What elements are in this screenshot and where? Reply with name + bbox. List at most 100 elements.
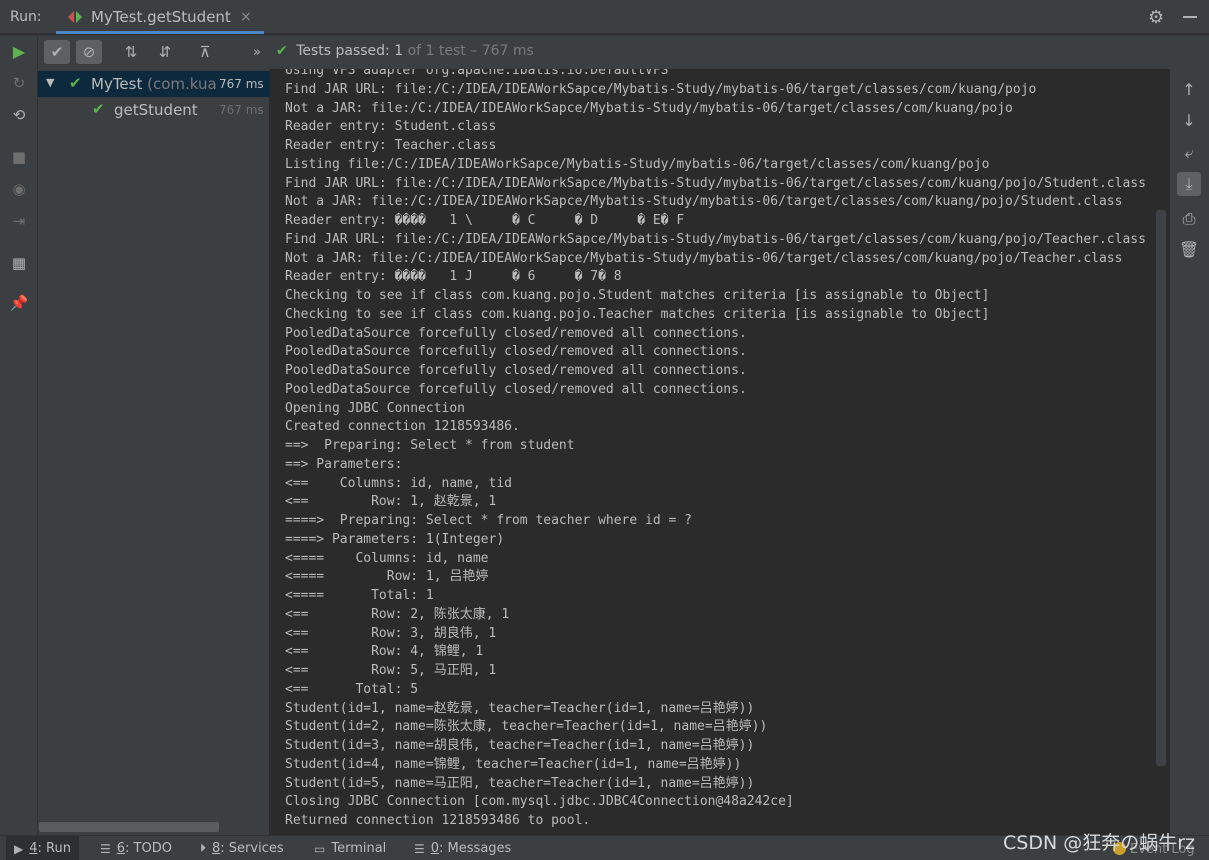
tests-total-text: of 1 test – 767 ms — [407, 43, 534, 59]
pin-tab-icon[interactable]: 📌 — [9, 293, 29, 313]
console-line: Created connection 1218593486. — [285, 419, 520, 435]
console-line: Student(id=5, name=马正阳, teacher=Teacher(… — [285, 775, 755, 791]
tests-passed-status: ✔ Tests passed: 1 of 1 test – 767 ms — [276, 43, 534, 59]
console-line: Student(id=2, name=陈张太康, teacher=Teacher… — [285, 719, 768, 735]
test-method-name: getStudent — [114, 101, 198, 119]
console-line: Not a JAR: file:/C:/IDEA/IDEAWorkSapce/M… — [285, 194, 1123, 210]
console-line: Reader entry: Teacher.class — [285, 138, 497, 153]
tree-horizontal-scrollbar[interactable] — [39, 822, 219, 832]
console-vertical-scrollbar[interactable] — [1156, 210, 1166, 766]
test-passed-icon: ✔ — [69, 74, 82, 92]
exit-icon[interactable]: ⇥ — [9, 211, 29, 231]
sort-by-duration-icon[interactable]: ⇵ — [152, 40, 178, 64]
tests-passed-count: 1 — [394, 43, 404, 59]
todo-shortcut-key: 6 — [116, 841, 126, 856]
messages-icon: ☰ — [414, 841, 425, 856]
console-line: Using VFS adapter org.apache.ibatis.io.D… — [285, 69, 669, 78]
console-lines: Using VFS adapter org.apache.ibatis.io.D… — [285, 69, 1146, 831]
test-method-duration: 767 ms — [219, 103, 264, 117]
console-line: <== Total: 5 — [285, 681, 419, 697]
up-arrow-icon[interactable]: ↑ — [1177, 77, 1201, 101]
console-line: PooledDataSource forcefully closed/remov… — [285, 381, 747, 397]
more-actions-icon[interactable]: » — [244, 40, 270, 64]
show-passed-toggle-icon[interactable]: ✔ — [44, 40, 70, 64]
tests-passed-label: Tests passed: — [296, 43, 390, 59]
terminal-icon: ▭ — [314, 841, 326, 856]
console-line: ====> Preparing: Select * from teacher w… — [285, 513, 692, 528]
console-line: Listing file:/C:/IDEA/IDEAWorkSapce/Myba… — [285, 156, 990, 172]
test-class-duration: 767 ms — [219, 77, 264, 91]
scroll-to-end-icon[interactable]: ⤓ — [1177, 172, 1201, 196]
console-line: <== Row: 2, 陈张太康, 1 — [285, 606, 510, 622]
tool-window-terminal[interactable]: ▭ Terminal — [306, 836, 394, 860]
run-icon: ▶ — [14, 841, 24, 856]
console-line: Checking to see if class com.kuang.pojo.… — [285, 306, 990, 322]
test-passed-icon: ✔ — [92, 100, 105, 118]
passed-check-icon: ✔ — [276, 43, 288, 59]
console-line: <==== Total: 1 — [285, 588, 434, 603]
print-icon[interactable]: ⎙ — [1177, 207, 1201, 231]
test-status-bar: ✔ Tests passed: 1 of 1 test – 767 ms — [270, 35, 1209, 69]
close-tab-icon[interactable]: × — [240, 9, 252, 25]
console-line: Reader entry: ���� 1 \ � C � D � E� F — [285, 213, 685, 228]
messages-shortcut-key: 0 — [430, 841, 440, 856]
console-line: Student(id=3, name=胡良伟, teacher=Teacher(… — [285, 738, 755, 753]
clear-all-trash-icon[interactable]: 🗑 — [1177, 237, 1201, 261]
console-line: ==> Parameters: — [285, 456, 411, 472]
console-output[interactable]: Using VFS adapter org.apache.ibatis.io.D… — [271, 69, 1170, 835]
show-ignored-toggle-icon[interactable]: ⊘ — [76, 40, 102, 64]
run-shortcut-key: 4 — [29, 841, 38, 856]
console-line: Student(id=1, name=赵乾景, teacher=Teacher(… — [285, 700, 755, 716]
tool-window-todo[interactable]: ☰ 6: TODO — [92, 836, 180, 860]
tree-node-mytest[interactable]: ▼ ✔ MyTest (com.kua 767 ms — [38, 71, 270, 97]
collapse-arrow-icon[interactable]: ▼ — [46, 76, 54, 89]
console-line: Opening JDBC Connection — [285, 400, 466, 416]
console-line: Checking to see if class com.kuang.pojo.… — [285, 288, 990, 303]
test-tree-toolbar: ✔ ⊘ ⇅ ⇵ ⊼ » — [38, 35, 270, 69]
rerun-failed-icon[interactable]: ↻ — [9, 73, 29, 93]
toggle-auto-test-icon[interactable]: ⟲ — [9, 105, 29, 125]
run-label: Run: — [10, 9, 42, 25]
console-line: <== Row: 4, 锦鲤, 1 — [285, 644, 484, 660]
tool-window-run[interactable]: ▶ 4: Run — [6, 836, 79, 860]
console-line: Reader entry: ���� 1 J � 6 � 7� 8 — [285, 269, 622, 285]
console-line: PooledDataSource forcefully closed/remov… — [285, 344, 747, 360]
console-line: Student(id=4, name=锦鲤, teacher=Teacher(i… — [285, 756, 742, 772]
stop-icon[interactable]: ■ — [9, 147, 29, 167]
layout-icon[interactable]: ▦ — [9, 253, 29, 273]
tab-title: MyTest.getStudent — [91, 8, 231, 26]
console-line: PooledDataSource forcefully closed/remov… — [285, 363, 747, 378]
hide-window-icon[interactable] — [1183, 16, 1197, 18]
console-line: Find JAR URL: file:/C:/IDEA/IDEAWorkSapc… — [285, 175, 1146, 191]
console-line: <== Row: 1, 赵乾景, 1 — [285, 494, 497, 510]
console-line: <== Row: 3, 胡良伟, 1 — [285, 625, 497, 641]
console-line: Reader entry: Student.class — [285, 119, 497, 135]
console-line: <== Row: 5, 马正阳, 1 — [285, 663, 497, 678]
tree-node-getstudent[interactable]: ✔ getStudent 767 ms — [38, 97, 270, 123]
settings-gear-icon[interactable]: ⚙ — [1148, 7, 1168, 28]
junit-run-config-icon — [68, 11, 82, 23]
services-icon: ⏵ — [200, 841, 207, 855]
soft-wrap-icon[interactable]: ⤶ — [1177, 141, 1201, 165]
down-arrow-icon[interactable]: ↓ — [1177, 108, 1201, 132]
expand-all-icon[interactable]: ⊼ — [192, 40, 218, 64]
console-line: Find JAR URL: file:/C:/IDEA/IDEAWorkSapc… — [285, 81, 1037, 97]
console-line: <==== Row: 1, 吕艳婷 — [285, 569, 489, 585]
test-class-name: MyTest — [91, 75, 143, 93]
rerun-icon[interactable]: ▶ — [9, 41, 29, 61]
tool-window-messages[interactable]: ☰ 0: Messages — [406, 836, 519, 860]
tool-window-services[interactable]: ⏵ 8: Services — [192, 836, 292, 860]
terminal-label: Terminal — [331, 841, 387, 856]
test-class-package: (com.kua — [147, 75, 217, 93]
console-line: PooledDataSource forcefully closed/remov… — [285, 325, 747, 341]
console-line: Not a JAR: file:/C:/IDEA/IDEAWorkSapce/M… — [285, 250, 1123, 266]
console-line: Not a JAR: file:/C:/IDEA/IDEAWorkSapce/M… — [285, 100, 1013, 116]
todo-list-icon: ☰ — [100, 841, 111, 856]
services-shortcut-key: 8 — [212, 841, 221, 856]
run-left-toolbar: ▶ ↻ ⟲ ■ ◉ ⇥ ▦ 📌 — [0, 35, 38, 835]
camera-snapshot-icon[interactable]: ◉ — [9, 179, 29, 199]
messages-label: : Messages — [439, 841, 512, 856]
tab-mytest-getstudent[interactable]: MyTest.getStudent × — [56, 0, 264, 34]
sort-alphabetically-icon[interactable]: ⇅ — [118, 40, 144, 64]
console-line: ==> Preparing: Select * from student — [285, 438, 575, 453]
